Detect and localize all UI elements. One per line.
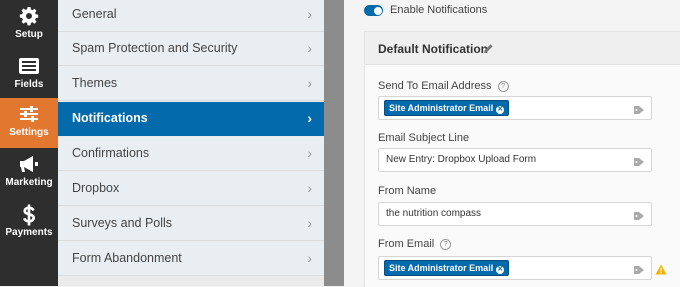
from-name-label: From Name [378, 185, 437, 197]
help-icon[interactable]: ? [440, 239, 452, 250]
panel-divider [324, 0, 344, 286]
settings-item-confirmations[interactable]: Confirmations › [58, 137, 324, 171]
settings-item-spam-protection[interactable]: Spam Protection and Security › [58, 32, 324, 66]
toggle-knob [373, 6, 382, 15]
chevron-right-icon: › [307, 75, 312, 91]
send-to-email-field[interactable]: Site Administrator Email ✕ [378, 96, 652, 120]
builder-sidebar: Setup Fields Settings Marketing Payments [0, 0, 58, 286]
enable-notifications-toggle[interactable] [364, 5, 383, 16]
nav-settings[interactable]: Settings [0, 98, 58, 148]
settings-item-label: Spam Protection and Security [72, 41, 238, 55]
settings-item-notifications[interactable]: Notifications › [58, 102, 324, 136]
nav-label: Payments [5, 227, 53, 238]
smart-tag-chip[interactable]: Site Administrator Email ✕ [384, 100, 510, 116]
dollar-icon [0, 204, 58, 226]
chip-label: Site Administrator Email [389, 263, 494, 273]
pencil-icon[interactable] [483, 41, 494, 59]
chevron-right-icon: › [307, 180, 312, 196]
settings-item-surveys-polls[interactable]: Surveys and Polls › [58, 207, 324, 241]
notification-card-header[interactable]: Default Notification [365, 32, 680, 65]
gear-icon [0, 6, 58, 26]
chevron-right-icon: › [307, 145, 312, 161]
settings-item-label: Dropbox [72, 181, 120, 195]
nav-label: Setup [15, 29, 43, 40]
settings-item-label: Notifications [72, 111, 148, 125]
chevron-right-icon: › [307, 215, 312, 231]
settings-item-themes[interactable]: Themes › [58, 67, 324, 101]
chevron-right-icon: › [307, 110, 312, 126]
send-to-label: Send To Email Address? [378, 80, 509, 92]
from-email-field[interactable]: Site Administrator Email ✕ [378, 256, 652, 280]
from-email-label: From Email? [378, 238, 452, 250]
fields-list-icon [0, 56, 58, 76]
warning-icon[interactable] [655, 262, 667, 280]
smart-tag-icon[interactable] [633, 208, 645, 226]
subject-value: New Entry: Dropbox Upload Form [386, 154, 537, 165]
nav-label: Fields [14, 79, 44, 90]
smart-tag-chip[interactable]: Site Administrator Email ✕ [384, 260, 510, 276]
notification-card: Default Notification Send To Email Addre… [364, 31, 680, 287]
smart-tag-icon[interactable] [633, 102, 645, 120]
chevron-right-icon: › [307, 40, 312, 56]
send-to-label-text: Send To Email Address [378, 80, 492, 92]
nav-setup[interactable]: Setup [0, 0, 58, 50]
settings-item-form-abandonment[interactable]: Form Abandonment › [58, 242, 324, 276]
notification-title: Default Notification [378, 42, 488, 56]
settings-item-dropbox[interactable]: Dropbox › [58, 172, 324, 206]
subject-label: Email Subject Line [378, 132, 470, 144]
settings-item-label: General [72, 7, 117, 21]
nav-label: Marketing [5, 177, 53, 188]
nav-fields[interactable]: Fields [0, 50, 58, 100]
smart-tag-icon[interactable] [633, 154, 645, 172]
settings-item-label: Confirmations [72, 146, 150, 160]
remove-chip-icon[interactable]: ✕ [496, 266, 505, 274]
settings-panel: General › Spam Protection and Security ›… [58, 0, 324, 286]
from-email-label-text: From Email [378, 238, 435, 250]
settings-item-general[interactable]: General › [58, 0, 324, 32]
chevron-right-icon: › [307, 6, 312, 22]
nav-label: Settings [9, 127, 49, 138]
settings-item-label: Surveys and Polls [72, 216, 173, 230]
help-icon[interactable]: ? [497, 81, 509, 92]
nav-marketing[interactable]: Marketing [0, 148, 58, 198]
enable-notifications-label: Enable Notifications [390, 4, 488, 16]
settings-item-label: Form Abandonment [72, 251, 182, 265]
settings-item-label: Themes [72, 76, 118, 90]
megaphone-icon [0, 154, 58, 174]
chevron-right-icon: › [307, 250, 312, 266]
subject-field[interactable]: New Entry: Dropbox Upload Form [378, 148, 652, 172]
sliders-icon [0, 104, 58, 124]
nav-payments[interactable]: Payments [0, 198, 58, 248]
chip-label: Site Administrator Email [389, 103, 494, 113]
remove-chip-icon[interactable]: ✕ [496, 106, 505, 114]
notifications-content: Enable Notifications Default Notificatio… [344, 0, 680, 287]
smart-tag-icon[interactable] [633, 262, 645, 280]
from-name-field[interactable]: the nutrition compass [378, 202, 652, 226]
from-name-value: the nutrition compass [386, 208, 482, 219]
